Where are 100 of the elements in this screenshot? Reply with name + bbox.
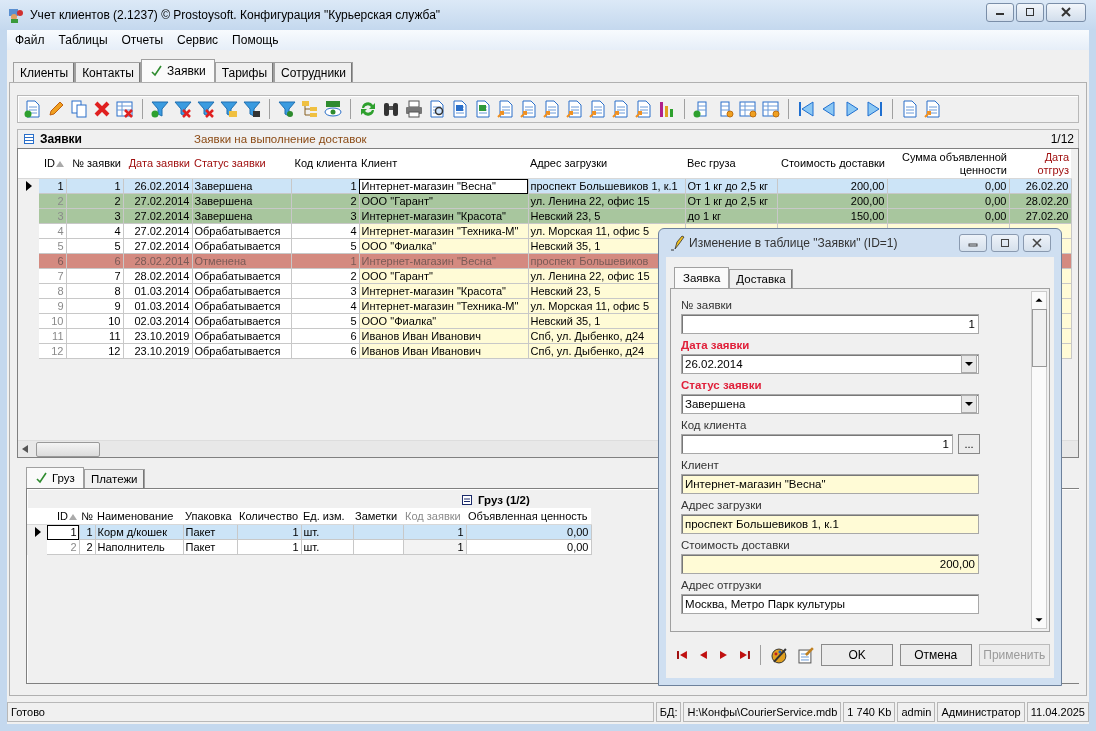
document-export-icon[interactable] <box>520 100 538 118</box>
properties-icon[interactable] <box>796 646 815 664</box>
menu-item[interactable]: Отчеты <box>114 33 170 47</box>
tab[interactable]: Клиенты <box>13 62 76 82</box>
column-header[interactable]: Ед. изм. <box>301 508 353 525</box>
dialog-button[interactable]: OK <box>821 644 893 666</box>
binoculars-icon[interactable] <box>382 100 400 118</box>
bar-chart-icon[interactable] <box>658 100 676 118</box>
delete-icon[interactable] <box>93 100 111 118</box>
document-preview-icon[interactable] <box>428 100 446 118</box>
scrollbar-thumb[interactable] <box>1032 309 1047 367</box>
close-button[interactable] <box>1046 2 1086 22</box>
first-record-icon[interactable] <box>797 100 815 118</box>
dropdown-field[interactable]: Завершена <box>681 394 979 414</box>
palette-icon[interactable] <box>769 646 788 664</box>
filter-view-icon[interactable] <box>278 100 296 118</box>
input-field[interactable]: 1 <box>681 434 953 454</box>
input-field[interactable]: 1 <box>681 314 979 334</box>
table-cell: 11 <box>52 330 64 342</box>
column-header[interactable]: Дата отгруз <box>1009 149 1071 179</box>
last-record-icon[interactable] <box>738 650 751 660</box>
tab[interactable]: Тарифы <box>214 62 275 82</box>
input-field[interactable]: Москва, Метро Парк культуры <box>681 594 979 614</box>
view-icon[interactable] <box>324 100 342 118</box>
copy-icon[interactable] <box>70 100 88 118</box>
input-field[interactable]: проспект Большевиков 1, к.1 <box>681 514 979 534</box>
tree-icon[interactable] <box>301 100 319 118</box>
document-export-icon[interactable] <box>635 100 653 118</box>
document-export-icon[interactable] <box>497 100 515 118</box>
table-cell: 8 <box>114 285 121 297</box>
document-export-icon[interactable] <box>543 100 561 118</box>
document-icon[interactable] <box>901 100 919 118</box>
menu-item[interactable]: Помощь <box>225 33 286 47</box>
column-header[interactable]: № заявки <box>66 149 123 179</box>
document-icon[interactable] <box>451 100 469 118</box>
tab[interactable]: Груз <box>26 467 84 488</box>
column-header[interactable]: Адрес загрузки <box>528 149 685 179</box>
document-export-icon[interactable] <box>612 100 630 118</box>
last-record-icon[interactable] <box>866 100 884 118</box>
filter-add-icon[interactable] <box>151 100 169 118</box>
column-header[interactable]: Дата заявки <box>123 149 192 179</box>
column-header[interactable]: Статус заявки <box>192 149 291 179</box>
document-export-icon[interactable] <box>924 100 942 118</box>
column-header[interactable]: Сумма объявленной ценности <box>887 149 1009 179</box>
minimize-button[interactable] <box>986 2 1014 22</box>
column-header[interactable]: Заметки <box>353 508 403 525</box>
document-add-icon[interactable] <box>24 100 42 118</box>
filter-remove-icon[interactable] <box>174 100 192 118</box>
column-header[interactable]: Упаковка <box>183 508 237 525</box>
tab[interactable]: Платежи <box>83 469 145 488</box>
previous-record-icon[interactable] <box>820 100 838 118</box>
menu-item[interactable]: Таблицы <box>51 33 115 47</box>
table-icon <box>24 134 34 144</box>
column-header[interactable]: № <box>79 508 95 525</box>
close-button[interactable] <box>1023 234 1051 252</box>
table-settings-icon[interactable] <box>739 100 757 118</box>
tab[interactable]: Заявка <box>674 267 730 288</box>
document-export-icon[interactable] <box>566 100 584 118</box>
status-panel: 1 740 Kb <box>843 702 896 722</box>
filter-folder-icon[interactable] <box>220 100 238 118</box>
maximize-button[interactable] <box>991 234 1019 252</box>
refresh-icon[interactable] <box>359 100 377 118</box>
tab[interactable]: Заявки <box>140 59 215 82</box>
document-icon[interactable] <box>474 100 492 118</box>
column-header[interactable]: ID <box>39 149 66 179</box>
menu-item[interactable]: Файл <box>8 33 52 47</box>
filter-remove-icon[interactable] <box>197 100 215 118</box>
column-header[interactable]: Код клиента <box>291 149 359 179</box>
scrollbar-thumb[interactable] <box>36 442 100 457</box>
dialog-button[interactable]: Отмена <box>899 644 972 666</box>
column-header[interactable]: ID <box>47 508 79 525</box>
scroll-left-icon[interactable] <box>22 445 28 453</box>
document-export-icon[interactable] <box>589 100 607 118</box>
column-header[interactable]: Наименование <box>95 508 183 525</box>
table-settings-icon[interactable] <box>762 100 780 118</box>
pencil-icon[interactable] <box>47 100 65 118</box>
input-field[interactable]: Интернет-магазин "Весна" <box>681 474 979 494</box>
maximize-button[interactable] <box>1016 2 1044 22</box>
tab[interactable]: Контакты <box>75 62 141 82</box>
column-header[interactable]: Вес груза <box>685 149 777 179</box>
vertical-scrollbar[interactable] <box>1031 291 1047 629</box>
next-record-icon[interactable] <box>843 100 861 118</box>
table-cell: 3 <box>57 210 64 222</box>
tab[interactable]: Доставка <box>729 269 793 288</box>
column-header[interactable]: Количество <box>237 508 301 525</box>
dropdown-field[interactable]: 26.02.2014 <box>681 354 979 374</box>
filter-save-icon[interactable] <box>243 100 261 118</box>
column-header[interactable]: Стоимость доставки <box>777 149 887 179</box>
checkmark-icon <box>149 65 162 77</box>
field-label: Код клиента <box>681 418 748 433</box>
tab[interactable]: Сотрудники <box>274 62 354 82</box>
column-header[interactable]: Объявленная ценность <box>466 508 591 525</box>
browse-button[interactable]: ... <box>958 434 980 454</box>
column-header[interactable]: Клиент <box>359 149 528 179</box>
table-cell: Обрабатывается <box>194 225 281 237</box>
print-icon[interactable] <box>405 100 423 118</box>
input-field[interactable]: 200,00 <box>681 554 979 574</box>
menu-item[interactable]: Сервис <box>170 33 226 47</box>
first-record-icon[interactable] <box>676 650 688 660</box>
table-remove-icon[interactable] <box>116 100 134 118</box>
